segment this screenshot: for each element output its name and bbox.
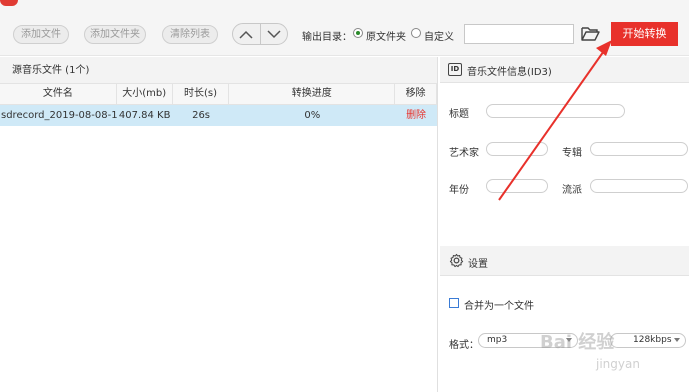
add-file-button[interactable]: 添加文件 [13, 25, 69, 44]
watermark-logo: Bai 经验 [540, 332, 615, 353]
watermark-sub: jingyan [596, 357, 640, 371]
file-list-panel: 源音乐文件 (1个) 文件名 大小(mb) 时长(s) 转换进度 移除 sdre… [0, 57, 438, 392]
cell-duration: 26s [192, 110, 211, 121]
bitrate-select[interactable]: 128kbps [610, 333, 686, 348]
format-value: mp3 [487, 335, 508, 345]
column-header-progress[interactable]: 转换进度 [229, 84, 396, 104]
cell-file-size: 407.84 KB [118, 110, 171, 121]
chevron-down-icon [267, 29, 281, 38]
add-folder-button[interactable]: 添加文件夹 [84, 25, 146, 44]
genre-input[interactable] [590, 179, 688, 193]
settings-title: 设置 [468, 259, 488, 270]
genre-label: 流派 [562, 185, 582, 196]
album-label: 专辑 [562, 148, 582, 159]
year-label: 年份 [449, 185, 469, 196]
cell-file-name: sdrecord_2019-08-08-1... [1, 110, 117, 121]
remove-link[interactable]: 删除 [395, 105, 437, 126]
start-convert-button[interactable]: 开始转换 [611, 22, 678, 46]
gear-icon [449, 253, 464, 268]
column-header-name[interactable]: 文件名 [0, 84, 117, 104]
file-list-title: 源音乐文件 (1个) [0, 57, 437, 84]
column-header-remove[interactable]: 移除 [395, 84, 438, 104]
id3-header: ID 音乐文件信息(ID3) [440, 57, 689, 83]
chevron-down-icon [674, 338, 680, 342]
clear-list-button[interactable]: 清除列表 [162, 25, 218, 44]
format-label: 格式： [449, 340, 479, 351]
table-header: 文件名 大小(mb) 时长(s) 转换进度 移除 [0, 84, 438, 105]
toolbar: 添加文件 添加文件夹 清除列表 输出目录： 原文件夹 自定义 开始转换 [0, 0, 689, 56]
radio-custom-label: 自定义 [424, 32, 454, 43]
id3-title: 音乐文件信息(ID3) [467, 67, 552, 78]
folder-open-icon[interactable] [580, 24, 600, 44]
radio-original-folder[interactable] [353, 28, 363, 38]
move-up-button[interactable] [233, 24, 261, 44]
column-header-duration[interactable]: 时长(s) [173, 84, 230, 104]
table-row[interactable]: sdrecord_2019-08-08-1... 407.84 KB 26s 0… [0, 105, 437, 126]
merge-checkbox[interactable] [449, 298, 459, 308]
chevron-up-icon [239, 30, 253, 39]
settings-header: 设置 [440, 246, 689, 276]
bitrate-value: 128kbps [633, 335, 672, 345]
artist-input[interactable] [486, 142, 548, 156]
move-down-button[interactable] [261, 24, 288, 44]
album-input[interactable] [590, 142, 688, 156]
merge-label: 合并为一个文件 [464, 301, 534, 312]
output-dir-label: 输出目录： [302, 32, 352, 43]
move-buttons [232, 23, 288, 45]
app-logo [0, 0, 18, 6]
radio-original-label: 原文件夹 [366, 32, 406, 43]
output-path-input[interactable] [464, 24, 574, 44]
column-header-size[interactable]: 大小(mb) [117, 84, 173, 104]
cell-progress: 0% [304, 110, 321, 121]
artist-label: 艺术家 [449, 148, 479, 159]
year-input[interactable] [486, 179, 548, 193]
title-input[interactable] [486, 104, 625, 118]
id3-icon: ID [448, 63, 462, 76]
title-label: 标题 [449, 109, 469, 120]
radio-custom-folder[interactable] [411, 28, 421, 38]
